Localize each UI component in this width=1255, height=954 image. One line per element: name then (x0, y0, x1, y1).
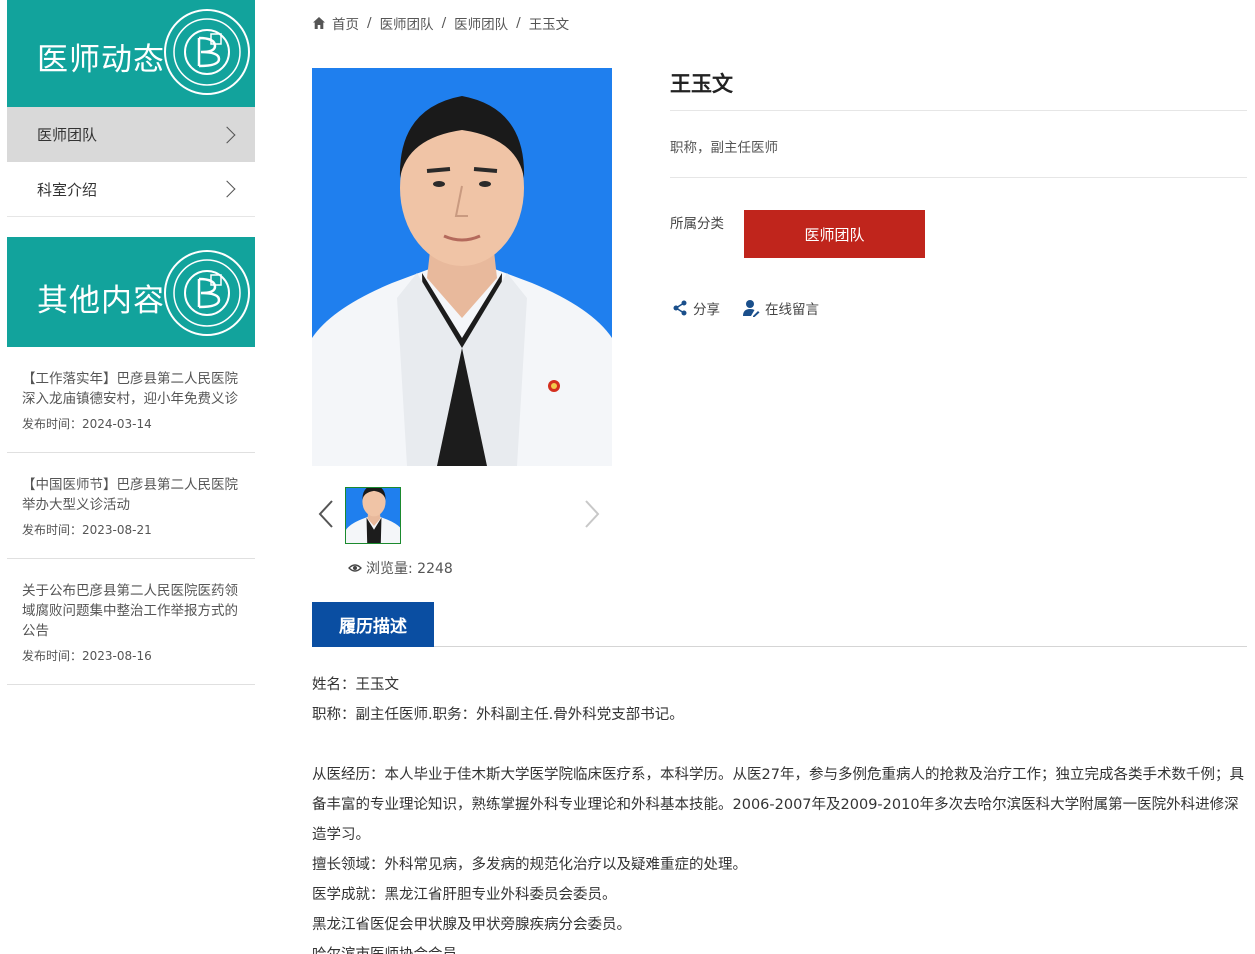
desc-achievement: 医学成就：黑龙江省肝胆专业外科委员会委员。 (312, 887, 617, 903)
doctor-info: 王玉文 职称，副主任医师 所属分类 医师团队 (670, 64, 1247, 278)
online-message-button[interactable]: 在线留言 (742, 298, 819, 318)
action-bar: 分享 在线留言 (672, 298, 819, 318)
chevron-right-icon[interactable] (584, 500, 600, 528)
share-icon (673, 300, 687, 316)
category-button[interactable]: 医师团队 (744, 210, 925, 258)
news-date: 发布时间：2023-08-16 (22, 649, 152, 663)
doctor-portrait-image (312, 68, 612, 466)
hospital-seal-logo (164, 250, 250, 336)
news-title[interactable]: 【中国医师节】巴彦县第二人民医院举办大型义诊活动 (22, 475, 241, 515)
news-date: 发布时间：2023-08-21 (22, 523, 152, 537)
news-item[interactable]: 关于公布巴彦县第二人民医院医药领域腐败问题集中整治工作举报方式的公告 发布时间：… (7, 559, 255, 685)
sidebar-banner-doctor-news: 医师动态 (7, 0, 255, 107)
news-item[interactable]: 【工作落实年】巴彦县第二人民医院深入龙庙镇德安村，迎小年免费义诊 发布时间：20… (7, 347, 255, 453)
thumbnail-carousel (312, 484, 612, 546)
online-message-label: 在线留言 (765, 302, 819, 318)
sidebar-banner-title: 医师动态 (37, 42, 165, 78)
chevron-left-icon[interactable] (318, 500, 334, 528)
breadcrumb-doctor-team-sub[interactable]: 医师团队 (454, 13, 508, 33)
news-item[interactable]: 【中国医师节】巴彦县第二人民医院举办大型义诊活动 发布时间：2023-08-21 (7, 453, 255, 559)
sidebar-item-doctor-team[interactable]: 医师团队 (7, 107, 255, 162)
category-label: 所属分类 (670, 216, 724, 232)
news-title[interactable]: 【工作落实年】巴彦县第二人民医院深入龙庙镇德安村，迎小年免费义诊 (22, 369, 241, 409)
desc-title-line: 职称：副主任医师.职务：外科副主任.骨外科党支部书记。 (312, 707, 684, 723)
doctor-thumbnail-portrait (346, 488, 400, 543)
resume-description: 姓名：王玉文 职称：副主任医师.职务：外科副主任.骨外科党支部书记。 从医经历：… (312, 670, 1248, 954)
doctor-photo[interactable] (312, 68, 612, 466)
sidebar-item-label: 科室介绍 (37, 180, 98, 199)
desc-experience: 从医经历：本人毕业于佳木斯大学医学院临床医疗系，本科学历。从医27年，参与多例危… (312, 767, 1244, 843)
chevron-right-icon (218, 180, 236, 198)
user-edit-icon (743, 300, 760, 317)
sidebar-banner-title: 其他内容 (37, 283, 165, 319)
home-icon (313, 17, 325, 29)
view-count-label: 浏览量: 2248 (366, 561, 453, 577)
category-row: 所属分类 医师团队 (670, 178, 1247, 278)
sidebar-banner-other-content: 其他内容 (7, 237, 255, 347)
breadcrumb-home[interactable]: 首页 (332, 13, 359, 33)
breadcrumb-doctor-team[interactable]: 医师团队 (380, 13, 434, 33)
doctor-name: 王玉文 (670, 64, 1247, 111)
breadcrumb-separator: / (516, 15, 521, 31)
desc-membership-2: 哈尔滨市医师协会会员 (312, 940, 1248, 954)
breadcrumb-current: 王玉文 (528, 17, 570, 33)
sidebar-item-department-intro[interactable]: 科室介绍 (7, 162, 255, 217)
tab-resume-description[interactable]: 履历描述 (312, 602, 434, 647)
news-list: 【工作落实年】巴彦县第二人民医院深入龙庙镇德安村，迎小年免费义诊 发布时间：20… (7, 347, 255, 685)
sidebar-item-label: 医师团队 (37, 126, 98, 144)
desc-specialty: 擅长领域：外科常见病，多发病的规范化治疗以及疑难重症的处理。 (312, 857, 747, 873)
tab-bar: 履历描述 (312, 602, 1247, 647)
news-date: 发布时间：2024-03-14 (22, 417, 152, 431)
desc-name-line: 姓名：王玉文 (312, 677, 399, 693)
view-count: 浏览量: 2248 (348, 558, 453, 578)
eye-icon (348, 564, 362, 572)
desc-membership: 黑龙江省医促会甲状腺及甲状旁腺疾病分会委员。 (312, 917, 631, 933)
breadcrumb-separator: / (441, 15, 447, 31)
breadcrumb: 首页 / 医师团队 / 医师团队 / 王玉文 (312, 13, 569, 33)
share-button[interactable]: 分享 (672, 298, 720, 318)
share-label: 分享 (693, 302, 720, 318)
breadcrumb-separator: / (367, 15, 372, 31)
sidebar: 医师动态 医师团队 科室介绍 其他内容 【工作落实年】巴彦县第二人民医院深入龙庙… (7, 0, 255, 685)
thumbnail-image[interactable] (345, 487, 401, 544)
desc-spacer (312, 730, 1248, 760)
chevron-right-icon (218, 126, 236, 143)
news-title[interactable]: 关于公布巴彦县第二人民医院医药领域腐败问题集中整治工作举报方式的公告 (22, 581, 241, 641)
hospital-seal-logo (164, 9, 250, 95)
doctor-job-title: 职称，副主任医师 (670, 111, 1247, 178)
